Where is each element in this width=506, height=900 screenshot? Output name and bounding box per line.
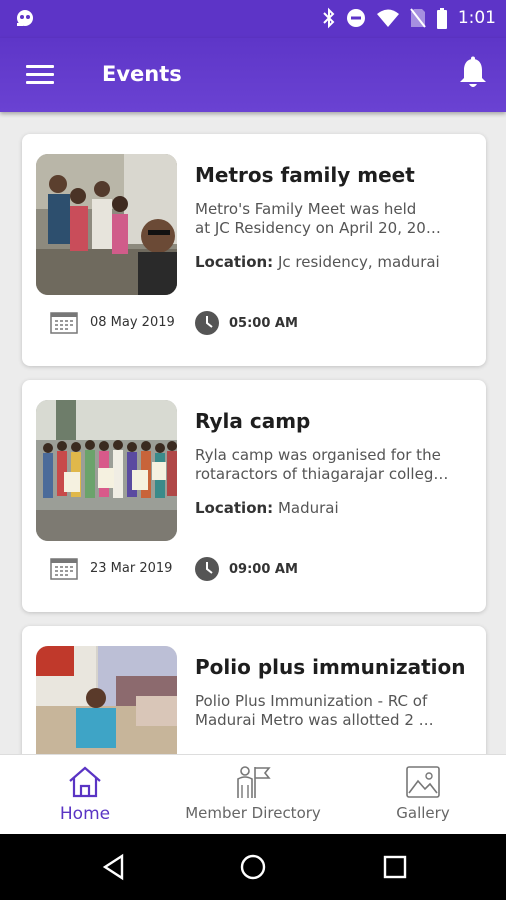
recents-icon <box>383 855 407 879</box>
event-card[interactable]: Polio plus immunization Polio Plus Immun… <box>22 626 486 754</box>
notification-bell-icon[interactable] <box>458 56 488 94</box>
do-not-disturb-icon <box>346 9 365 27</box>
nav-home[interactable]: Home <box>40 755 130 835</box>
menu-icon[interactable] <box>26 65 54 85</box>
clock-icon <box>195 311 219 335</box>
event-description: Metro's Family Meet was held at JC Resid… <box>195 200 441 237</box>
home-icon <box>69 766 101 798</box>
event-date-text: 23 Mar 2019 <box>90 560 173 576</box>
event-time: 05:00 AM <box>194 310 298 336</box>
status-bar: 1:01 <box>0 0 506 38</box>
event-time: 09:00 AM <box>194 556 298 582</box>
recents-button[interactable] <box>381 853 409 885</box>
event-photo <box>36 154 177 295</box>
battery-icon <box>436 7 447 29</box>
event-time-text: 05:00 AM <box>229 315 298 331</box>
nav-gallery[interactable]: Gallery <box>378 755 468 835</box>
nav-member-directory[interactable]: Member Directory <box>178 755 328 835</box>
home-circle-icon <box>240 854 266 880</box>
event-photo <box>36 400 177 541</box>
nav-label: Gallery <box>396 804 450 822</box>
event-description: Ryla camp was organised for the rotaract… <box>195 446 449 483</box>
app-bar: Events <box>0 38 506 112</box>
clock-icon <box>195 557 219 581</box>
status-time: 1:01 <box>457 8 496 28</box>
no-sim-icon <box>410 8 426 28</box>
event-location: Location: Madurai <box>195 499 339 517</box>
back-button[interactable] <box>100 853 128 885</box>
gallery-icon <box>406 766 440 798</box>
event-card[interactable]: Ryla camp Ryla camp was organised for th… <box>22 380 486 612</box>
calendar-icon <box>50 558 78 580</box>
event-title: Ryla camp <box>195 409 311 433</box>
nav-label: Home <box>59 804 111 824</box>
back-icon <box>102 853 124 881</box>
event-list[interactable]: Metros family meet Metro's Family Meet w… <box>0 112 506 754</box>
event-title: Polio plus immunization <box>195 655 466 679</box>
bluetooth-icon <box>323 7 335 29</box>
calendar-icon <box>50 312 78 334</box>
member-directory-icon <box>237 766 271 798</box>
event-date: 08 May 2019 <box>50 310 175 334</box>
wifi-icon <box>376 9 399 27</box>
event-description: Polio Plus Immunization - RC of Madurai … <box>195 692 434 729</box>
event-title: Metros family meet <box>195 163 415 187</box>
bottom-navigation: Home Member Directory Gallery <box>0 754 506 834</box>
event-date-text: 08 May 2019 <box>90 314 175 330</box>
event-location: Location: Jc residency, madurai <box>195 253 440 271</box>
event-card[interactable]: Metros family meet Metro's Family Meet w… <box>22 134 486 366</box>
event-time-text: 09:00 AM <box>229 561 298 577</box>
event-photo <box>36 646 177 754</box>
nav-label: Member Directory <box>185 804 321 822</box>
system-navigation-bar <box>0 834 506 900</box>
home-button[interactable] <box>239 853 267 885</box>
event-date: 23 Mar 2019 <box>50 556 172 580</box>
notification-icon <box>14 8 36 32</box>
page-title: Events <box>102 62 182 86</box>
